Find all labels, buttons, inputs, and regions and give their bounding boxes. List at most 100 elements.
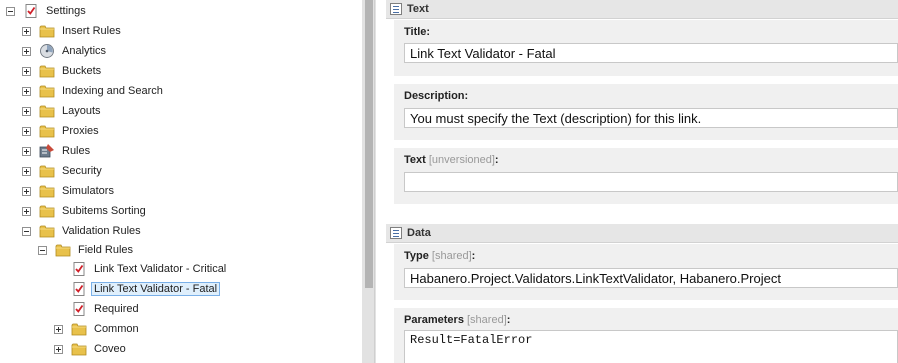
validator-icon <box>71 281 87 297</box>
tree-node-simulators[interactable]: Simulators <box>22 181 117 201</box>
expand-toggle-icon[interactable] <box>22 126 31 136</box>
field-label-suffix: : <box>506 314 511 326</box>
tree-scrollbar-thumb[interactable] <box>365 0 373 288</box>
field-label-text: Text <box>404 154 426 166</box>
tree-node-coveo[interactable]: Coveo <box>54 339 129 359</box>
tree-node-required[interactable]: Required <box>54 299 142 319</box>
field-meta: [shared] <box>467 314 507 326</box>
expand-toggle-icon[interactable] <box>54 324 63 334</box>
collapse-toggle-icon[interactable] <box>38 245 47 255</box>
tree-node-label: Validation Rules <box>62 225 141 237</box>
toggle-spacer <box>54 265 63 274</box>
collapse-toggle-icon[interactable] <box>6 6 15 16</box>
rules-icon <box>39 143 55 159</box>
expand-toggle-icon[interactable] <box>22 106 31 116</box>
tree-node-label: Analytics <box>62 45 107 57</box>
tree-node-label: Insert Rules <box>62 25 121 37</box>
collapse-toggle-icon[interactable] <box>22 226 31 236</box>
section-icon <box>390 3 402 15</box>
tree-node-insert-rules[interactable]: Insert Rules <box>22 21 124 41</box>
toggle-spacer <box>54 285 63 294</box>
field-label-text: Parameters <box>404 314 464 326</box>
tree-node-security[interactable]: Security <box>22 161 105 181</box>
tree-node-label: Indexing and Search <box>62 85 163 97</box>
tree-node-label: Required <box>94 303 139 315</box>
tree-node-label: Settings <box>46 5 86 17</box>
tree-node-validation-rules[interactable]: Validation Rules <box>22 221 144 241</box>
field-label: Text [unversioned]: <box>404 154 499 166</box>
section-title: Text <box>407 3 429 15</box>
folder-icon <box>39 163 55 179</box>
tree-node-link-text-validator-fatal[interactable]: Link Text Validator - Fatal <box>54 279 221 299</box>
pane-splitter[interactable] <box>362 0 376 363</box>
tree-node-label: Coveo <box>94 343 126 355</box>
field-meta: [unversioned] <box>428 154 495 166</box>
content-tree: Settings Insert Rules Analytics Buckets … <box>0 0 362 363</box>
folder-icon <box>39 223 55 239</box>
expand-toggle-icon[interactable] <box>22 186 31 196</box>
folder-icon <box>39 183 55 199</box>
field-label-text: Type <box>404 250 429 262</box>
tree-node-subitems-sorting[interactable]: Subitems Sorting <box>22 201 149 221</box>
expand-toggle-icon[interactable] <box>22 86 31 96</box>
content-editor: Text Title: Link Text Validator - Fatal … <box>376 0 898 363</box>
title-input[interactable]: Link Text Validator - Fatal <box>404 43 898 63</box>
section-header-text[interactable]: Text <box>386 0 898 19</box>
folder-icon <box>55 242 71 258</box>
folder-icon <box>71 321 87 337</box>
tree-node-proxies[interactable]: Proxies <box>22 121 102 141</box>
folder-icon <box>71 341 87 357</box>
tree-node-label: Layouts <box>62 105 101 117</box>
field-label: Description: <box>404 90 468 102</box>
tree-node-layouts[interactable]: Layouts <box>22 101 104 121</box>
expand-toggle-icon[interactable] <box>22 26 31 36</box>
folder-icon <box>39 103 55 119</box>
type-input[interactable]: Habanero.Project.Validators.LinkTextVali… <box>404 268 898 288</box>
tree-node-label: Rules <box>62 145 91 157</box>
expand-toggle-icon[interactable] <box>22 66 31 76</box>
section-header-data[interactable]: Data <box>386 224 898 243</box>
expand-toggle-icon[interactable] <box>22 46 31 56</box>
tree-node-label: Simulators <box>62 185 114 197</box>
section-title: Data <box>407 227 431 239</box>
field-description: Description: You must specify the Text (… <box>394 84 898 140</box>
expand-toggle-icon[interactable] <box>22 166 31 176</box>
expand-toggle-icon[interactable] <box>22 206 31 216</box>
field-text: Text [unversioned]: <box>394 148 898 204</box>
tree-node-label: Common <box>94 323 139 335</box>
tree-node-label: Security <box>62 165 102 177</box>
field-label: Type [shared]: <box>404 250 475 262</box>
tree-node-label: Link Text Validator - Fatal <box>91 282 221 296</box>
tree-node-settings[interactable]: Settings <box>6 1 89 21</box>
parameters-textarea[interactable]: Result=FatalError <box>404 330 898 363</box>
tree-node-rules[interactable]: Rules <box>22 141 93 161</box>
tree-node-label: Field Rules <box>78 244 134 256</box>
field-label-text: Title: <box>404 26 431 38</box>
tree-node-label: Link Text Validator - Critical <box>94 263 227 275</box>
folder-icon <box>39 63 55 79</box>
tree-node-label: Buckets <box>62 65 102 77</box>
text-input[interactable] <box>404 172 898 192</box>
toggle-spacer <box>54 305 63 314</box>
field-title: Title: Link Text Validator - Fatal <box>394 20 898 76</box>
description-input[interactable]: You must specify the Text (description) … <box>404 108 898 128</box>
pane-divider <box>374 0 375 363</box>
tree-node-field-rules[interactable]: Field Rules <box>38 240 136 260</box>
expand-toggle-icon[interactable] <box>22 146 31 156</box>
expand-toggle-icon[interactable] <box>54 344 63 354</box>
field-parameters: Parameters [shared]: Result=FatalError <box>394 308 898 363</box>
validator-icon <box>71 261 87 277</box>
folder-icon <box>39 203 55 219</box>
validator-icon <box>71 301 87 317</box>
tree-node-analytics[interactable]: Analytics <box>22 41 109 61</box>
tree-node-label: Proxies <box>62 125 99 137</box>
tree-node-indexing-and-search[interactable]: Indexing and Search <box>22 81 166 101</box>
folder-icon <box>39 123 55 139</box>
tree-node-buckets[interactable]: Buckets <box>22 61 104 81</box>
field-label-suffix: : <box>471 250 476 262</box>
field-label: Parameters [shared]: <box>404 314 510 326</box>
tree-node-link-text-validator-critical[interactable]: Link Text Validator - Critical <box>54 259 229 279</box>
settings-check-icon <box>23 3 39 19</box>
folder-icon <box>39 83 55 99</box>
tree-node-common[interactable]: Common <box>54 319 142 339</box>
